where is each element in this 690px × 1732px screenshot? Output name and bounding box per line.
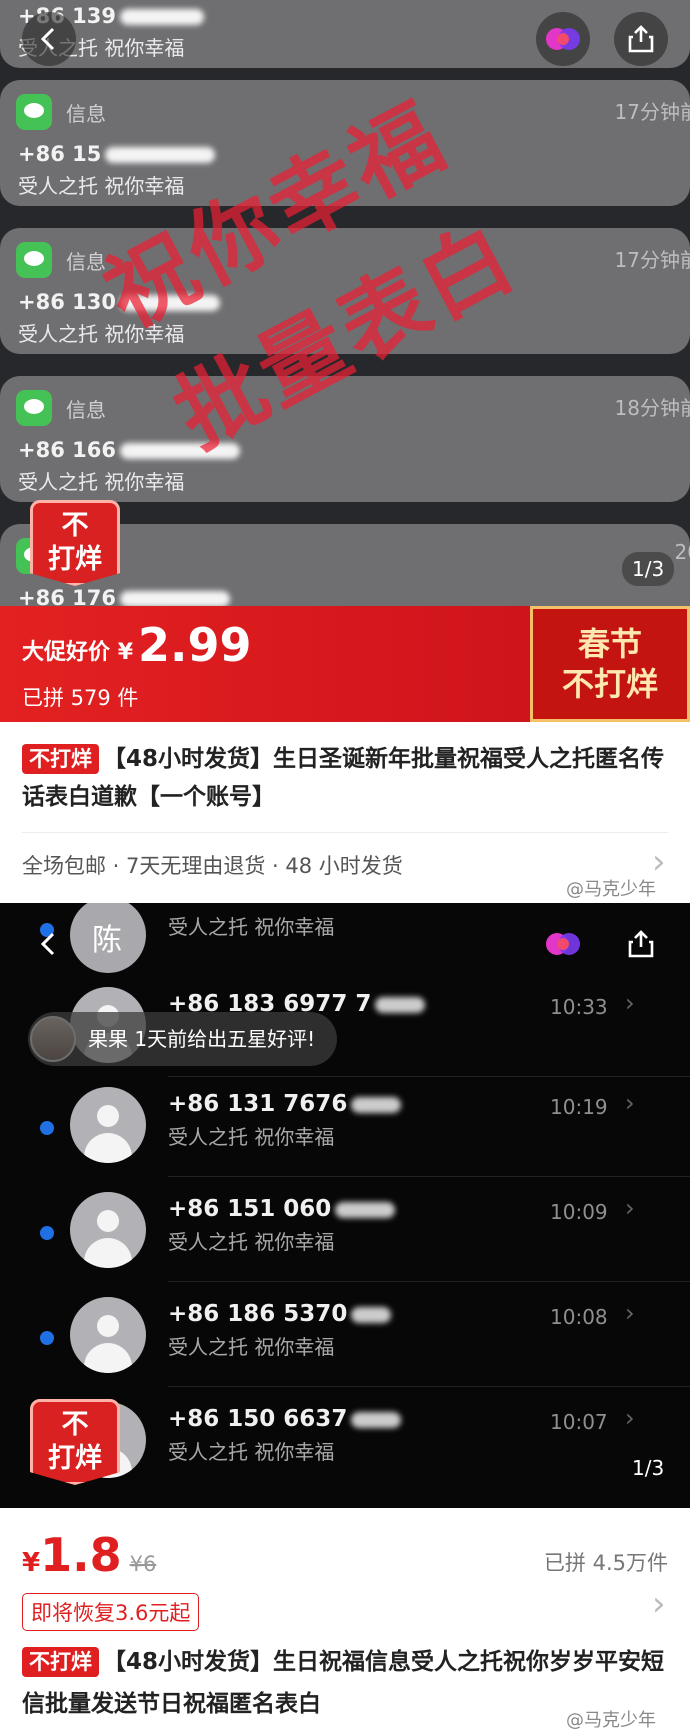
notification-phone: +86 176 [18,586,230,606]
group-price: ¥1.8 ¥6 [22,1528,157,1582]
chevron-right-icon: › [625,989,635,1017]
image-counter: 1/3 [632,1456,665,1480]
listing-1: +86 139 受人之托 祝你幸福 信息 17分钟前 +86 15 受人之托 祝… [0,0,690,903]
avatar: 陈 [70,903,146,973]
review-ticker: 果果 1天前给出五星好评! [28,1012,338,1066]
sms-time: 10:19 [550,1095,608,1119]
chevron-right-icon: › [625,1194,635,1222]
sms-phone: +86 131 7676 [168,1091,402,1117]
notification-text: 受人之托 祝你幸福 [18,470,185,494]
share-icon [628,25,654,53]
sms-preview: 受人之托 祝你幸福 [168,1125,335,1149]
sms-row: +86 186 5370 受人之托 祝你幸福 10:08 › [0,1283,690,1387]
product-image-1[interactable]: +86 139 受人之托 祝你幸福 信息 17分钟前 +86 15 受人之托 祝… [0,0,690,606]
promo-price: 2.99 [138,618,252,672]
notification-app: 信息 [66,101,106,126]
image-counter: 1/3 [622,552,675,586]
sms-time: 10:33 [550,995,608,1019]
sms-time: 10:08 [550,1305,608,1329]
closed-tag: 不打烊 [22,1647,99,1677]
sms-row: +86 151 060 受人之托 祝你幸福 10:09 › [0,1178,690,1282]
back-arrow-icon [40,27,55,51]
messages-icon [16,390,52,426]
share-button[interactable] [614,917,668,971]
share-button[interactable] [614,12,668,66]
sms-preview: 受人之托 祝你幸福 [168,1230,335,1254]
notification-time: 18分钟前 [614,396,690,420]
chevron-right-icon: › [625,1089,635,1117]
sms-phone: +86 151 060 [168,1196,396,1222]
product-title[interactable]: 不打烊 【48小时发货】生日圣诞新年批量祝福受人之托匿名传话表白道歉【一个账号】 [22,740,672,816]
spring-festival-badge: 春节 不打烊 [530,606,690,722]
notification-text: 受人之托 祝你幸福 [18,174,185,198]
sms-preview: 受人之托 祝你幸福 [168,915,335,939]
price-restore-notice: 即将恢复3.6元起 [22,1593,200,1631]
sms-time: 10:07 [550,1410,608,1434]
sms-row: +86 131 7676 受人之托 祝你幸福 10:19 › [0,1073,690,1177]
messages-icon [16,242,52,278]
chevron-right-icon: › [625,1404,635,1432]
share-icon [628,930,654,958]
closed-sticker: 不打烊 [30,500,120,586]
promo-label: 大促好价 ¥ [22,640,133,665]
notification-time: 17分钟前 [614,100,690,124]
notification-time: 17分钟前 [614,248,690,272]
pinduoduo-button[interactable] [536,12,590,66]
service-guarantees[interactable]: 全场包邮 · 7天无理由退货 · 48 小时发货 [22,850,403,880]
avatar [70,1087,146,1163]
sms-phone: +86 186 5370 [168,1301,392,1327]
sold-count: 已拼 579 件 [22,686,139,710]
heart-logo-icon [546,933,580,955]
weibo-watermark: @马克少年 [566,879,656,900]
notification-app: 信息 [66,397,106,422]
back-button[interactable] [22,12,76,66]
sms-preview: 受人之托 祝你幸福 [168,1335,335,1359]
divider [22,832,668,833]
sms-preview: 受人之托 祝你幸福 [168,1440,335,1464]
messages-icon [16,94,52,130]
back-button[interactable] [22,917,76,971]
pinduoduo-button[interactable] [536,917,590,971]
product-image-2[interactable]: 陈 受人之托 祝你幸福 +86 183 6977 7 10:33 › +86 1… [0,903,690,1508]
sms-phone: +86 150 6637 [168,1406,402,1432]
chevron-right-icon[interactable]: › [652,1584,666,1624]
back-arrow-icon [40,932,55,956]
chevron-right-icon: › [625,1299,635,1327]
weibo-watermark: @马克少年 [566,1710,656,1731]
original-price: ¥6 [129,1552,157,1576]
sms-time: 10:09 [550,1200,608,1224]
avatar [70,1192,146,1268]
heart-logo-icon [546,28,580,50]
closed-tag: 不打烊 [22,744,99,774]
notification-phone: +86 15 [18,142,216,166]
closed-sticker: 不打烊 [30,1399,120,1485]
avatar [70,1297,146,1373]
notification-time: 20 [674,540,690,564]
sold-count: 已拼 4.5万件 [543,1551,668,1575]
